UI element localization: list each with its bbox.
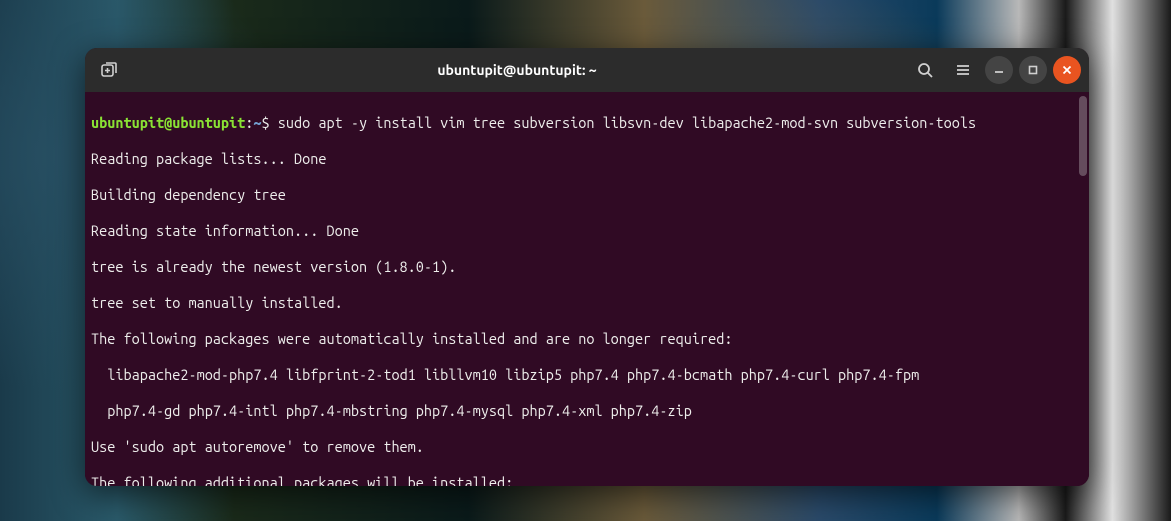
search-button[interactable] [909,54,941,86]
minimize-icon [993,64,1005,76]
output-line: tree set to manually installed. [91,294,1083,312]
command-text: sudo apt -y install vim tree subversion … [278,114,976,131]
output-line: php7.4-gd php7.4-intl php7.4-mbstring ph… [91,402,1083,420]
output-line: The following additional packages will b… [91,474,1083,486]
prompt-line: ubuntupit@ubuntupit:~$ sudo apt -y insta… [91,114,1083,132]
titlebar: ubuntupit@ubuntupit: ~ [85,48,1089,92]
scrollbar-thumb[interactable] [1079,96,1087,176]
prompt-user-host: ubuntupit@ubuntupit [91,114,245,131]
output-line: Reading package lists... Done [91,150,1083,168]
new-tab-icon [100,61,118,79]
minimize-button[interactable] [985,56,1013,84]
terminal-window: ubuntupit@ubuntupit: ~ ubuntupit@ubuntup… [85,48,1089,486]
close-icon [1061,64,1073,76]
prompt-path: ~ [253,114,261,131]
new-tab-button[interactable] [93,54,125,86]
output-line: The following packages were automaticall… [91,330,1083,348]
output-line: Use 'sudo apt autoremove' to remove them… [91,438,1083,456]
maximize-icon [1027,64,1039,76]
output-line: Reading state information... Done [91,222,1083,240]
close-button[interactable] [1053,56,1081,84]
hamburger-icon [955,62,971,78]
menu-button[interactable] [947,54,979,86]
maximize-button[interactable] [1019,56,1047,84]
output-line: Building dependency tree [91,186,1083,204]
prompt-symbol: $ [262,114,270,131]
search-icon [917,62,933,78]
output-line: libapache2-mod-php7.4 libfprint-2-tod1 l… [91,366,1083,384]
terminal-body[interactable]: ubuntupit@ubuntupit:~$ sudo apt -y insta… [85,92,1089,486]
window-title: ubuntupit@ubuntupit: ~ [133,62,901,78]
output-line: tree is already the newest version (1.8.… [91,258,1083,276]
